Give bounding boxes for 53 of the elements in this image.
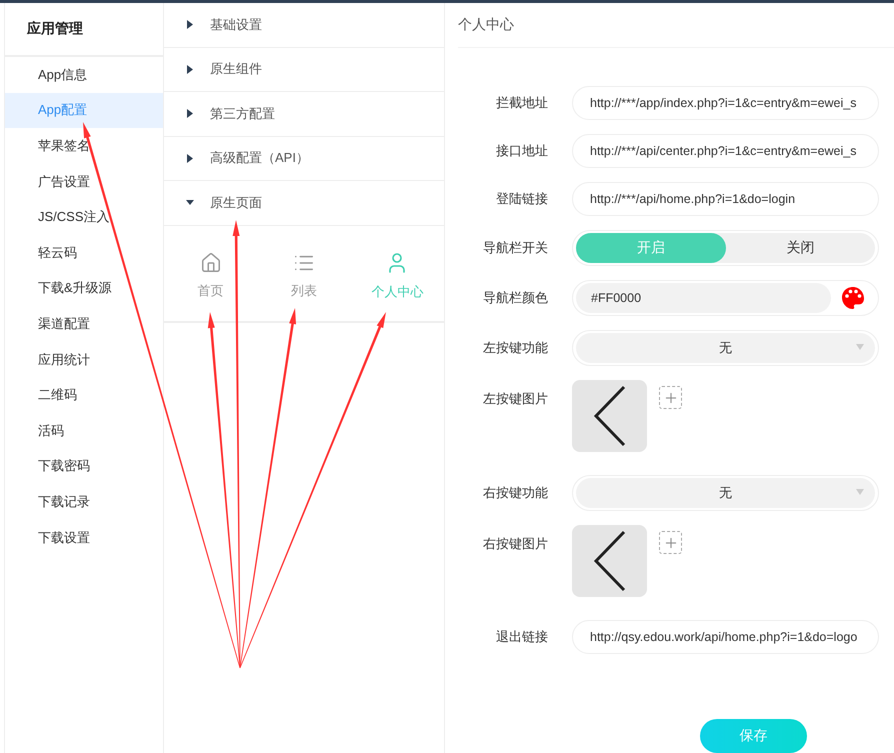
accordion-header[interactable]: 第三方配置 <box>164 92 444 136</box>
sidebar-item[interactable]: 二维码 <box>5 377 163 413</box>
color-field[interactable]: #FF0000 <box>576 283 831 313</box>
field-label: 拦截地址 <box>495 94 548 112</box>
url-field[interactable]: http://***/app/index.php?i=1&c=entry&m=ewei_s <box>572 86 879 120</box>
url-field[interactable]: http://***/api/home.php?i=1&do=login <box>572 182 879 216</box>
field-label: 左按键图片 <box>482 390 548 408</box>
sidebar-title: 应用管理 <box>27 20 83 38</box>
sidebar-item[interactable]: 应用统计 <box>5 342 163 378</box>
sidebar-item[interactable]: 渠道配置 <box>5 306 163 342</box>
select-value: 无 <box>719 339 732 357</box>
field-label: 退出链接 <box>495 628 548 646</box>
field-label: 左按键功能 <box>482 339 548 357</box>
accordion-header[interactable]: 原生页面 <box>164 181 444 226</box>
select-value: 无 <box>719 484 732 502</box>
sidebar-item[interactable]: App信息 <box>5 57 163 93</box>
field-label: 右按键图片 <box>482 535 548 553</box>
sidebar-item[interactable]: 下载密码 <box>5 448 163 484</box>
field-label: 导航栏开关 <box>482 239 548 257</box>
chevron-left-icon <box>592 530 626 592</box>
accordion-label: 基础设置 <box>210 16 262 34</box>
add-image-button[interactable] <box>659 386 682 409</box>
palette-icon[interactable] <box>841 286 865 310</box>
caret-icon <box>856 344 864 350</box>
chevron-left-icon <box>592 385 626 447</box>
url-field[interactable]: http://***/api/center.php?i=1&c=entry&m=ewei_s <box>572 134 879 168</box>
accordion-label: 原生页面 <box>210 194 262 212</box>
caret-icon <box>856 489 864 495</box>
toggle-option[interactable]: 关闭 <box>726 233 875 263</box>
home-icon <box>200 252 222 274</box>
accordion-header[interactable]: 高级配置（API） <box>164 136 444 181</box>
sidebar-item[interactable]: 轻云码 <box>5 234 163 271</box>
field-label: 导航栏颜色 <box>482 289 548 307</box>
field-label: 登陆链接 <box>495 190 548 208</box>
accordion-label: 原生组件 <box>210 60 262 78</box>
sidebar-item[interactable]: 下载记录 <box>5 484 163 520</box>
accordion-label: 第三方配置 <box>210 104 275 123</box>
sidebar-item[interactable]: 苹果签名 <box>5 128 163 164</box>
accordion-header[interactable]: 原生组件 <box>164 48 444 92</box>
sidebar-item[interactable]: 下载&升级源 <box>5 270 163 306</box>
add-image-button[interactable] <box>659 531 682 554</box>
sidebar-item[interactable]: 活码 <box>5 412 163 449</box>
sidebar-item[interactable]: JS/CSS注入 <box>5 199 163 235</box>
url-field[interactable]: http://qsy.edou.work/api/home.php?i=1&do=logo <box>572 620 879 654</box>
field-label: 右按键功能 <box>482 484 548 502</box>
sidebar-item[interactable]: 下载设置 <box>5 520 163 556</box>
panel-title: 个人中心 <box>458 16 514 34</box>
accordion-header[interactable]: 基础设置 <box>164 3 444 48</box>
sidebar-item[interactable]: 广告设置 <box>5 164 163 200</box>
select-field[interactable]: 无 <box>572 330 879 366</box>
select-field[interactable]: 无 <box>572 475 879 511</box>
accordion-label: 高级配置（API） <box>210 149 309 168</box>
field-label: 接口地址 <box>495 142 548 160</box>
